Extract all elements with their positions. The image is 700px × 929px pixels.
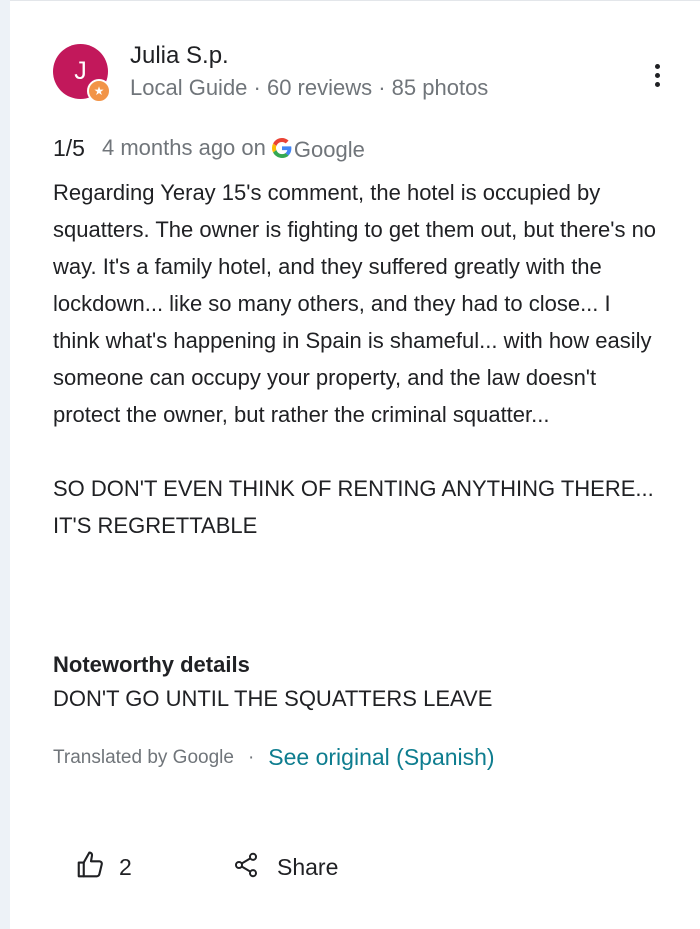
thumbs-up-icon xyxy=(75,850,105,885)
more-vert-icon-dot xyxy=(654,73,660,78)
rating-row: 1/5 4 months ago on Google xyxy=(53,133,365,163)
review-text: Regarding Yeray 15's comment, the hotel … xyxy=(53,174,663,544)
google-g-icon xyxy=(271,138,292,158)
more-options-button[interactable] xyxy=(645,60,669,92)
like-count: 2 xyxy=(119,854,132,880)
share-label: Share xyxy=(277,854,339,880)
separator: · xyxy=(247,746,255,768)
more-vert-icon-dot xyxy=(654,64,660,69)
more-vert-icon-dot xyxy=(654,82,660,87)
share-icon xyxy=(232,850,260,885)
rating: 1/5 xyxy=(53,134,85,161)
like-button[interactable]: 2 xyxy=(75,850,132,885)
top-divider xyxy=(10,0,700,1)
review-paragraph: SO DON'T EVEN THINK OF RENTING ANYTHING … xyxy=(53,476,654,538)
reviewer-name[interactable]: Julia S.p. xyxy=(130,42,229,70)
review-time: 4 months ago on xyxy=(101,135,266,160)
share-button[interactable]: Share xyxy=(232,850,338,885)
noteworthy-details-text: DON'T GO UNTIL THE SQUATTERS LEAVE xyxy=(53,686,493,711)
review-source: Google xyxy=(293,137,365,162)
see-original-link[interactable]: See original (Spanish) xyxy=(268,744,494,771)
review-paragraph: Regarding Yeray 15's comment, the hotel … xyxy=(53,180,657,427)
translation-row: Translated by Google · See original (Spa… xyxy=(53,744,495,771)
left-edge-strip xyxy=(0,0,10,929)
reviewer-meta: Local Guide · 60 reviews · 85 photos xyxy=(130,75,489,100)
noteworthy-details-heading: Noteworthy details xyxy=(53,652,250,677)
avatar-initial: J xyxy=(74,57,87,85)
translated-by-label: Translated by Google xyxy=(53,746,234,768)
local-guide-badge-icon: ★ xyxy=(87,79,111,103)
